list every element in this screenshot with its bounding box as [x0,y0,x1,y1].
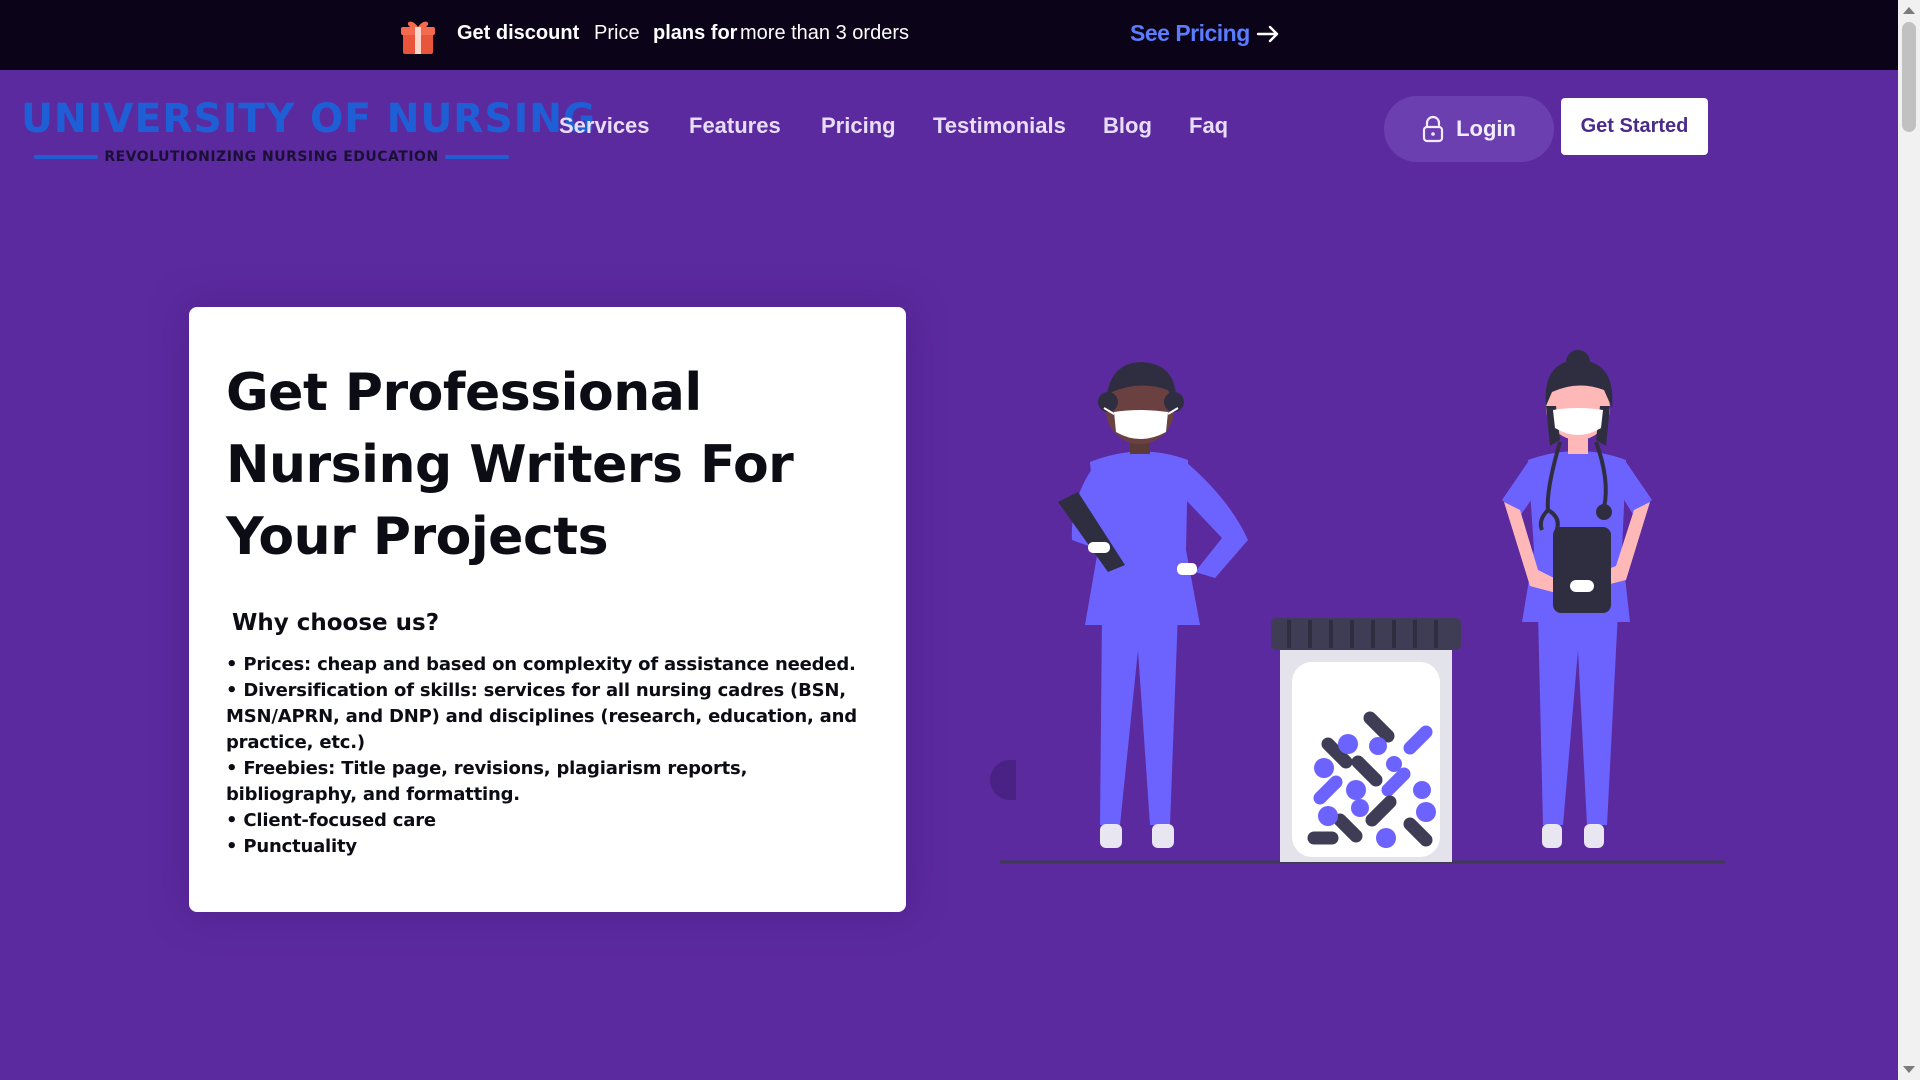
scroll-up-arrow[interactable] [1903,7,1915,14]
promo-bar: Get discount Price plans for more than 3… [0,0,1898,70]
list-item: • Prices: cheap and based on complexity … [226,654,856,675]
nav-features[interactable]: Features [689,113,781,139]
site-logo[interactable]: UNIVERSITY OF NURSING REVOLUTIONIZING NU… [16,96,597,171]
hero-subtitle: Why choose us? [232,610,440,636]
hero-benefits-list: • Prices: cheap and based on complexity … [226,652,870,860]
logo-name: UNIVERSITY OF NURSING [21,96,597,142]
list-item: • Client-focused care [226,810,436,831]
nav-blog[interactable]: Blog [1103,113,1152,139]
scroll-down-arrow[interactable] [1903,1066,1915,1073]
lock-icon [1422,115,1444,143]
promo-text-orders: more than 3 orders [740,22,909,44]
list-item: • Punctuality [226,836,357,857]
list-item: • Freebies: Title page, revisions, plagi… [226,758,748,805]
arrow-right-icon [1256,25,1278,42]
nav-pricing[interactable]: Pricing [821,113,896,139]
scrollbar-thumb[interactable] [1902,22,1916,132]
nav-services[interactable]: Services [559,113,650,139]
logo-tagline-bar-right [444,155,509,159]
promo-text-price: Price [594,22,640,44]
see-pricing-link[interactable]: See Pricing [1130,20,1280,47]
nav-testimonials[interactable]: Testimonials [933,113,1066,139]
page-scrollbar[interactable] [1898,0,1920,1080]
logo-tagline-row: REVOLUTIONIZING NURSING EDUCATION [34,148,509,166]
nurse-left-figure [1058,362,1248,848]
promo-text-plans: plans for [653,22,738,44]
nurse-right-figure [1502,350,1652,848]
list-item: • Diversification of skills: services fo… [226,680,857,753]
login-label: Login [1456,116,1516,141]
gift-icon [401,21,435,54]
hero-title: Get Professional Nursing Writers For You… [226,363,794,567]
nav-faq[interactable]: Faq [1189,113,1228,139]
pill-bottle [1271,618,1461,862]
logo-tagline: REVOLUTIONIZING NURSING EDUCATION [104,149,439,165]
login-button[interactable]: Login [1384,96,1554,162]
logo-tagline-bar-left [34,155,99,159]
hero-card: Get Professional Nursing Writers For You… [189,307,906,912]
promo-text-discount: Get discount [457,22,580,44]
nurses-illustration [1000,350,1725,864]
get-started-button[interactable]: Get Started [1561,98,1708,155]
see-pricing-label: See Pricing [1130,20,1250,46]
